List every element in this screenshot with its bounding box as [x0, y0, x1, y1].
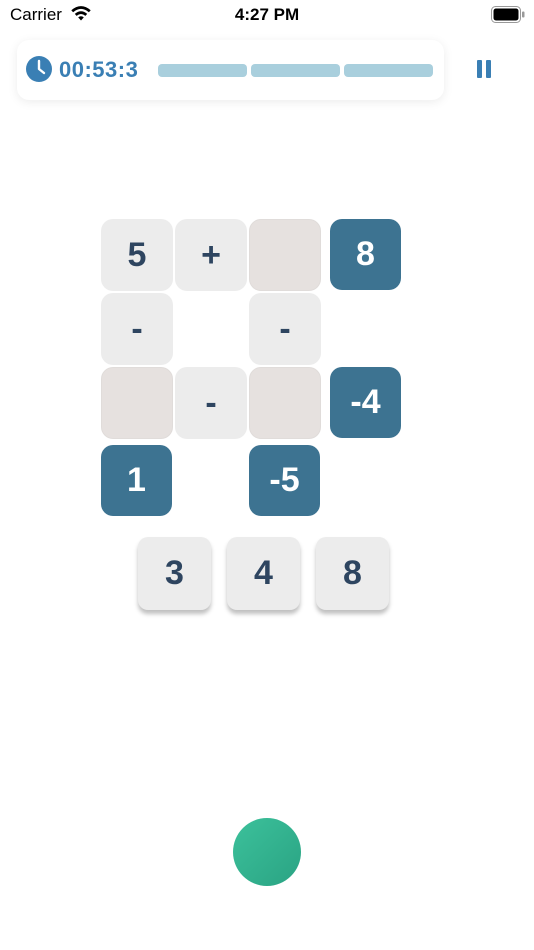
grid-operator-tile: -	[249, 293, 321, 365]
number-tile[interactable]: 3	[138, 537, 211, 610]
progress-segment	[344, 64, 433, 77]
grid-column-result: 1	[101, 445, 172, 516]
submit-circle-button[interactable]	[233, 818, 301, 886]
grid-operator-tile: -	[175, 367, 247, 439]
progress-segment	[158, 64, 247, 77]
pause-button[interactable]	[468, 54, 500, 84]
battery-icon	[491, 6, 525, 23]
grid-empty-slot[interactable]	[101, 367, 173, 439]
grid-row-result: 8	[330, 219, 401, 290]
grid-empty-slot[interactable]	[249, 219, 321, 291]
timer-value: 00:53:3	[59, 57, 139, 82]
progress-segment	[251, 64, 340, 77]
number-tile[interactable]: 4	[227, 537, 300, 610]
grid-number-tile: 5	[101, 219, 173, 291]
status-bar: Carrier 4:27 PM	[0, 0, 534, 30]
number-tile[interactable]: 8	[316, 537, 389, 610]
grid-operator-tile: -	[101, 293, 173, 365]
status-time: 4:27 PM	[234, 5, 300, 24]
grid-column-result: -5	[249, 445, 320, 516]
grid-operator-tile: +	[175, 219, 247, 291]
clock-icon	[26, 56, 52, 82]
grid-row-result: -4	[330, 367, 401, 438]
grid-empty-slot[interactable]	[249, 367, 321, 439]
